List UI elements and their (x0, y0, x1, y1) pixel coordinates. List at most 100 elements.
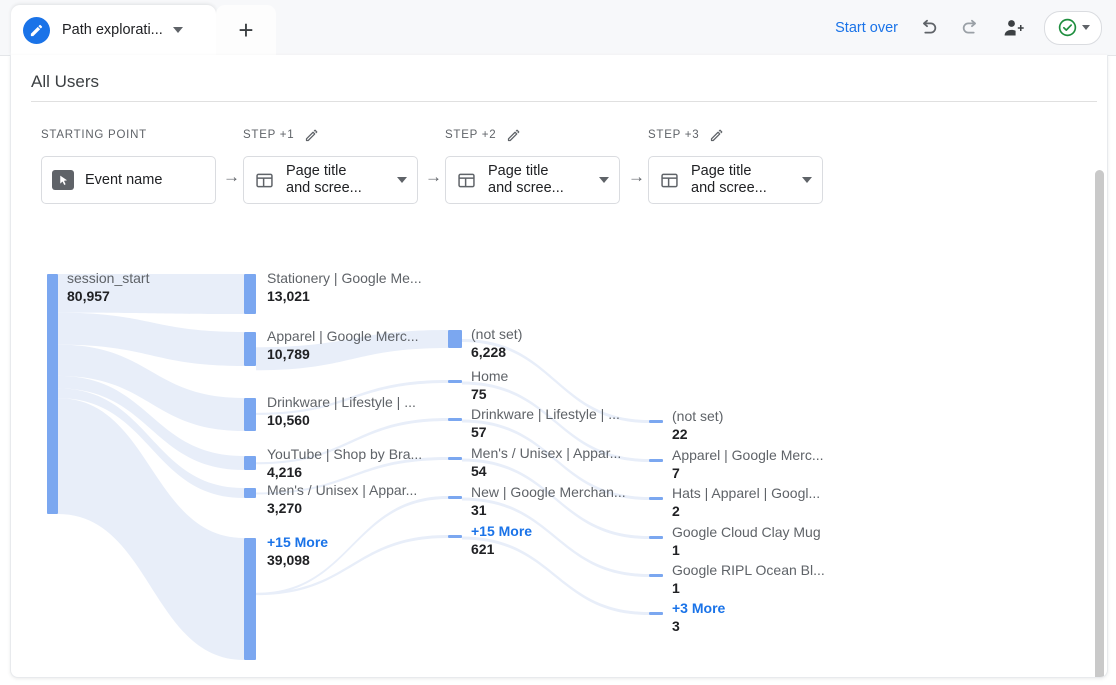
node-value: 3,270 (267, 499, 417, 517)
sankey-node-bar[interactable] (47, 274, 58, 514)
dimension-value: Event name (85, 172, 162, 189)
node-value: 22 (672, 425, 723, 443)
sankey-node-bar[interactable] (649, 574, 663, 577)
add-tab-button[interactable]: + (216, 5, 276, 55)
sankey-node-label: Google Cloud Clay Mug1 (672, 524, 821, 559)
chevron-down-icon[interactable] (397, 177, 407, 183)
sankey-node-label[interactable]: +15 More621 (471, 523, 532, 558)
page-layout-icon (456, 170, 477, 191)
step-arrow-2: → (628, 167, 645, 187)
expand-more-link[interactable]: +15 More (267, 534, 328, 551)
step-label-text: STEP +3 (648, 129, 699, 141)
sankey-node-label: session_start80,957 (67, 270, 149, 305)
dimension-value: Page title and scree... (488, 163, 564, 197)
sankey-node-label: (not set)6,228 (471, 326, 522, 361)
scrollbar-thumb[interactable] (1095, 170, 1104, 678)
node-name: New | Google Merchan... (471, 484, 626, 501)
sankey-node-label[interactable]: +15 More39,098 (267, 534, 328, 569)
sankey-node-label[interactable]: +3 More3 (672, 600, 725, 635)
vertical-scrollbar[interactable] (1091, 111, 1105, 678)
start-over-button[interactable]: Start over (835, 20, 898, 36)
tab-path-exploration[interactable]: Path explorati... (11, 5, 216, 55)
step-label-1: STEP +1 (243, 125, 418, 145)
chevron-down-icon[interactable] (1082, 25, 1090, 30)
chevron-down-icon[interactable] (173, 27, 183, 33)
node-name: Drinkware | Lifestyle | ... (471, 406, 620, 423)
sankey-node-bar[interactable] (244, 488, 256, 498)
node-name: YouTube | Shop by Bra... (267, 446, 422, 463)
sankey-node-label: Men's / Unisex | Appar...3,270 (267, 482, 417, 517)
sankey-node-bar[interactable] (448, 418, 462, 421)
node-name: Home (471, 368, 508, 385)
sankey-node-bar[interactable] (448, 535, 462, 538)
sankey-node-bar[interactable] (448, 496, 462, 499)
plus-icon: + (238, 17, 253, 43)
sankey-node-bar[interactable] (244, 332, 256, 366)
sankey-node-bar[interactable] (244, 398, 256, 431)
sankey-node-bar[interactable] (244, 274, 256, 314)
chevron-down-icon[interactable] (802, 177, 812, 183)
chevron-down-icon[interactable] (599, 177, 609, 183)
sankey-node-bar[interactable] (244, 456, 256, 470)
node-name: Apparel | Google Merc... (267, 328, 418, 345)
step-column-1: STEP +1 Page title and scree... (243, 125, 418, 204)
sankey-node-bar[interactable] (649, 459, 663, 462)
node-name: Apparel | Google Merc... (672, 447, 823, 464)
node-name: Google Cloud Clay Mug (672, 524, 821, 541)
sankey-node-label: Drinkware | Lifestyle | ...10,560 (267, 394, 416, 429)
sankey-node-bar[interactable] (649, 536, 663, 539)
node-name: session_start (67, 270, 149, 287)
sankey-node-bar[interactable] (649, 420, 663, 423)
tab-title: Path explorati... (62, 22, 163, 38)
dimension-selector-1[interactable]: Page title and scree... (243, 156, 418, 204)
divider (31, 101, 1097, 102)
step-label-3: STEP +3 (648, 125, 823, 145)
dimension-selector-2[interactable]: Page title and scree... (445, 156, 620, 204)
edit-step-pencil-icon[interactable] (506, 128, 521, 143)
node-name: Google RIPL Ocean Bl... (672, 562, 825, 579)
sankey-node-label: Google RIPL Ocean Bl...1 (672, 562, 825, 597)
status-badge[interactable] (1044, 11, 1102, 45)
node-value: 39,098 (267, 551, 328, 569)
sankey-node-bar[interactable] (244, 538, 256, 660)
dimension-value: Page title and scree... (691, 163, 767, 197)
sankey-node-bar[interactable] (448, 457, 462, 460)
sankey-node-bar[interactable] (649, 612, 663, 615)
sankey-node-label: (not set)22 (672, 408, 723, 443)
sankey-node-bar[interactable] (448, 380, 462, 383)
redo-icon[interactable] (958, 15, 984, 41)
toolbar: Start over (835, 0, 1102, 55)
node-value: 6,228 (471, 343, 522, 361)
node-name: Stationery | Google Me... (267, 270, 422, 287)
undo-icon[interactable] (915, 15, 941, 41)
add-person-icon[interactable] (1001, 15, 1027, 41)
node-value: 3 (672, 617, 725, 635)
node-value: 80,957 (67, 287, 149, 305)
sankey-node-bar[interactable] (649, 497, 663, 500)
step-label-2: STEP +2 (445, 125, 620, 145)
node-value: 57 (471, 423, 620, 441)
sankey-node-bar[interactable] (448, 330, 462, 348)
edit-step-pencil-icon[interactable] (709, 128, 724, 143)
expand-more-link[interactable]: +3 More (672, 600, 725, 617)
node-name: (not set) (672, 408, 723, 425)
step-selector-row: STARTING POINTEvent name STEP +1 Page titl… (11, 125, 1107, 220)
sankey-node-label: Apparel | Google Merc...7 (672, 447, 823, 482)
node-name: Men's / Unisex | Appar... (267, 482, 417, 499)
node-name: Men's / Unisex | Appar... (471, 445, 621, 462)
dimension-selector-0[interactable]: Event name (41, 156, 216, 204)
dimension-selector-3[interactable]: Page title and scree... (648, 156, 823, 204)
expand-more-link[interactable]: +15 More (471, 523, 532, 540)
node-value: 75 (471, 385, 508, 403)
sankey-node-label: YouTube | Shop by Bra...4,216 (267, 446, 422, 481)
node-value: 621 (471, 540, 532, 558)
sankey-node-label: Home75 (471, 368, 508, 403)
node-value: 1 (672, 579, 825, 597)
step-column-0: STARTING POINTEvent name (41, 125, 216, 204)
edit-step-pencil-icon[interactable] (304, 128, 319, 143)
sankey-link (58, 398, 244, 660)
sankey-node-label: Apparel | Google Merc...10,789 (267, 328, 418, 363)
step-column-3: STEP +3 Page title and scree... (648, 125, 823, 204)
node-value: 31 (471, 501, 626, 519)
node-value: 13,021 (267, 287, 422, 305)
